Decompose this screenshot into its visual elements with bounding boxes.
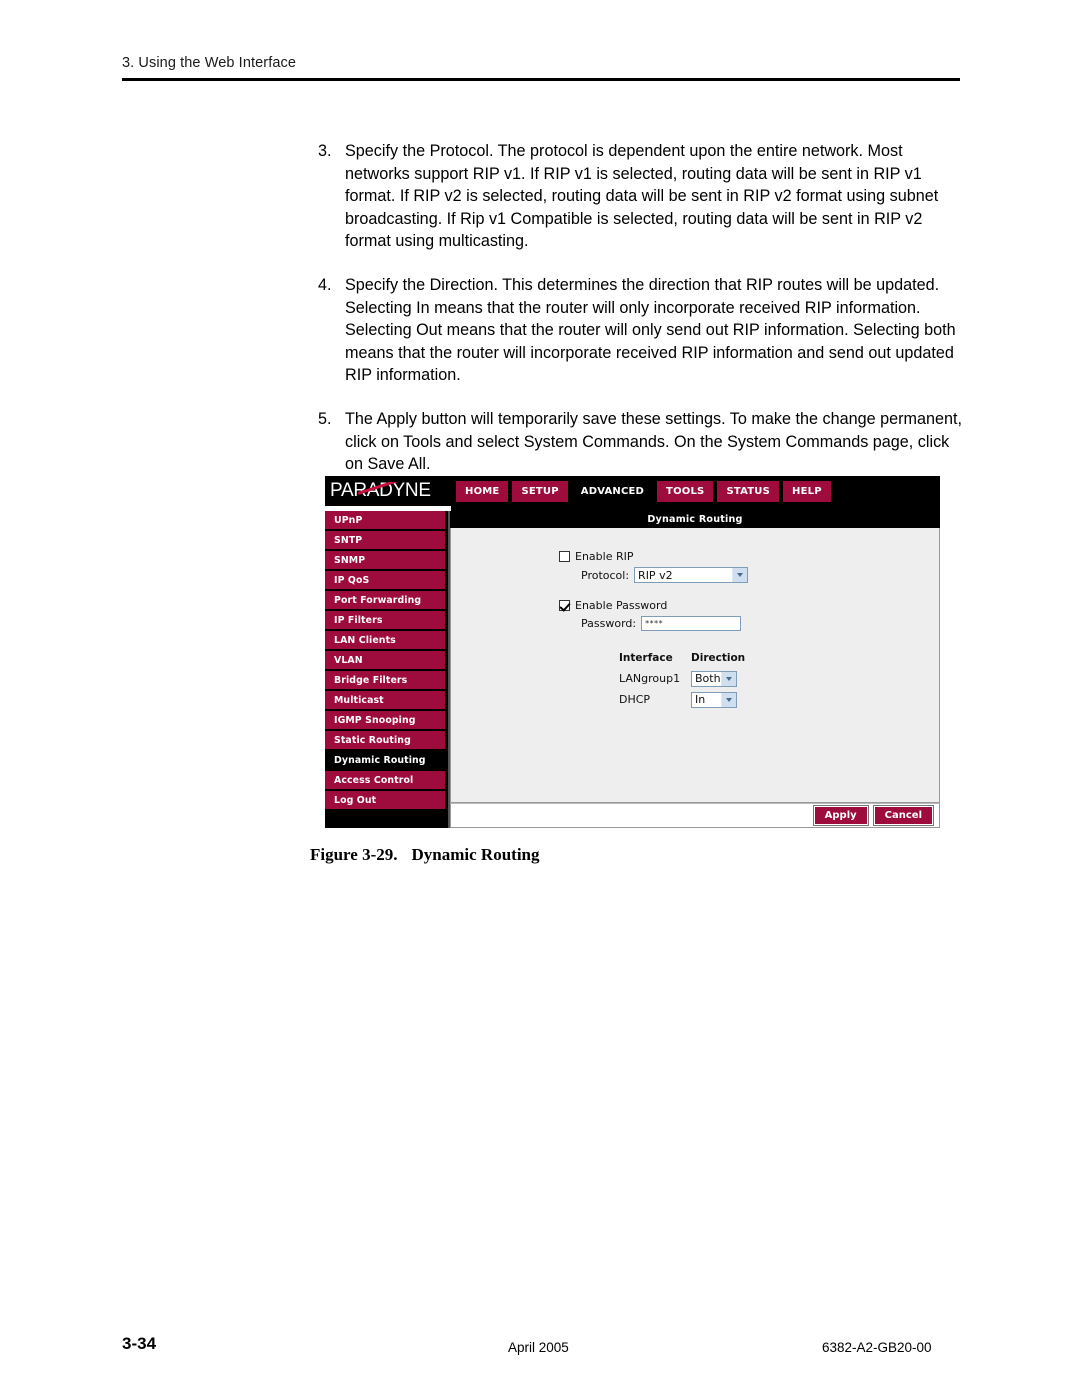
sidebar-item-lan-clients[interactable]: LAN Clients [325, 631, 445, 651]
figure-caption: Figure 3-29. Dynamic Routing [310, 845, 540, 865]
direction-select-langroup1[interactable]: Both [691, 670, 737, 687]
list-item: 4. Specify the Direction. This determine… [318, 274, 966, 387]
interface-direction-table: Interface Direction LANgroup1 Both DHCP [559, 647, 748, 710]
enable-password-checkbox[interactable] [559, 600, 570, 611]
password-label: Password: [581, 617, 637, 630]
sidebar-menu: UPnP SNTP SNMP IP QoS Port Forwarding IP… [325, 511, 448, 828]
direction-selected-value: In [695, 693, 706, 706]
chevron-down-icon [732, 568, 748, 582]
sidebar-item-port-forwarding[interactable]: Port Forwarding [325, 591, 445, 611]
direction-select-dhcp[interactable]: In [691, 691, 737, 708]
sidebar-item-snmp[interactable]: SNMP [325, 551, 445, 571]
header-rule [122, 78, 960, 81]
enable-password-row: Enable Password [559, 599, 748, 612]
chevron-down-icon [721, 671, 736, 686]
column-header-direction: Direction [691, 651, 746, 664]
sidebar-item-static-routing[interactable]: Static Routing [325, 731, 445, 751]
apply-button[interactable]: Apply [812, 805, 869, 826]
sidebar-item-vlan[interactable]: VLAN [325, 651, 445, 671]
protocol-label: Protocol: [581, 568, 630, 582]
sidebar-item-dynamic-routing[interactable]: Dynamic Routing [325, 751, 445, 771]
content-body: Enable RIP Protocol: RIP v2 Enable Passw… [450, 528, 940, 803]
sidebar-item-igmp-snooping[interactable]: IGMP Snooping [325, 711, 445, 731]
enable-password-label: Enable Password [575, 599, 668, 612]
step-text: Specify the Direction. This determines t… [345, 275, 956, 385]
sidebar-item-ip-qos[interactable]: IP QoS [325, 571, 445, 591]
step-number: 5. [318, 409, 332, 428]
enable-rip-row: Enable RIP [559, 550, 748, 563]
nav-item-advanced[interactable]: ADVANCED [571, 480, 654, 502]
content-panel: Dynamic Routing Enable RIP Protocol: RIP… [448, 511, 940, 828]
step-number: 4. [318, 275, 332, 294]
sidebar-item-upnp[interactable]: UPnP [325, 511, 445, 531]
nav-item-setup[interactable]: SETUP [512, 480, 568, 502]
figure-caption-title: Dynamic Routing [411, 845, 540, 864]
sidebar-item-ip-filters[interactable]: IP Filters [325, 611, 445, 631]
app-body: UPnP SNTP SNMP IP QoS Port Forwarding IP… [325, 511, 940, 828]
sidebar-item-bridge-filters[interactable]: Bridge Filters [325, 671, 445, 691]
paradyne-logo: PARADYNE [328, 478, 446, 504]
running-head: 3. Using the Web Interface [122, 55, 297, 71]
protocol-selected-value: RIP v2 [638, 568, 673, 582]
enable-rip-checkbox[interactable] [559, 551, 570, 562]
interface-name: DHCP [619, 693, 651, 706]
nav-item-tools[interactable]: TOOLS [657, 480, 714, 502]
nav-item-home[interactable]: HOME [456, 480, 509, 502]
footer-date: April 2005 [508, 1340, 569, 1355]
step-text: Specify the Protocol. The protocol is de… [345, 142, 939, 251]
footer-document-id: 6382-A2-GB20-00 [822, 1340, 932, 1355]
sidebar-item-log-out[interactable]: Log Out [325, 791, 445, 811]
table-header-row: Interface Direction [619, 647, 748, 668]
sidebar-item-access-control[interactable]: Access Control [325, 771, 445, 791]
step-text: The Apply button will temporarily save t… [345, 409, 962, 474]
column-header-interface: Interface [619, 651, 673, 664]
table-row: LANgroup1 Both [619, 668, 748, 689]
dynamic-routing-form: Enable RIP Protocol: RIP v2 Enable Passw… [559, 550, 749, 710]
form-actions: Apply Cancel [450, 803, 940, 828]
protocol-row: Protocol: RIP v2 [559, 567, 749, 583]
sidebar-item-multicast[interactable]: Multicast [325, 691, 445, 711]
procedure-steps: 3. Specify the Protocol. The protocol is… [318, 140, 966, 497]
chevron-down-icon [721, 692, 736, 707]
main-nav: HOME SETUP ADVANCED TOOLS STATUS HELP [456, 480, 831, 502]
figure-caption-label: Figure 3-29. [310, 845, 398, 864]
nav-item-status[interactable]: STATUS [717, 480, 780, 502]
direction-selected-value: Both [695, 672, 721, 685]
list-item: 5. The Apply button will temporarily sav… [318, 408, 966, 476]
interface-name: LANgroup1 [619, 672, 681, 685]
brand-label: PARADYNE [330, 480, 431, 501]
password-row: Password: **** [559, 616, 748, 631]
list-item: 3. Specify the Protocol. The protocol is… [318, 140, 966, 253]
step-number: 3. [318, 142, 332, 160]
table-row: DHCP In [619, 689, 748, 710]
app-topbar: PARADYNE HOME SETUP ADVANCED TOOLS STATU… [325, 476, 940, 506]
cancel-button[interactable]: Cancel [872, 805, 935, 826]
password-input[interactable]: **** [641, 616, 742, 631]
enable-rip-label: Enable RIP [575, 550, 634, 563]
figure-screenshot: PARADYNE HOME SETUP ADVANCED TOOLS STATU… [325, 476, 940, 828]
page-title: Dynamic Routing [450, 511, 940, 528]
sidebar-item-sntp[interactable]: SNTP [325, 531, 445, 551]
footer-page-number: 3-34 [122, 1334, 157, 1353]
protocol-select[interactable]: RIP v2 [634, 567, 749, 583]
nav-item-help[interactable]: HELP [783, 480, 831, 502]
